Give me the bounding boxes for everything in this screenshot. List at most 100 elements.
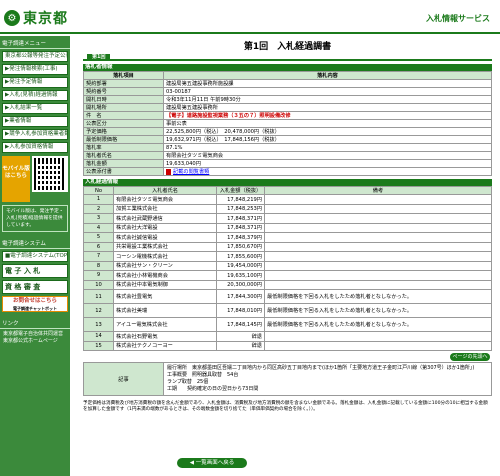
- info-key: 開札日時: [83, 95, 164, 104]
- tokyo-logo[interactable]: ⚙ 東京都: [4, 8, 68, 28]
- memo-line: 工期 契約確定の日の翌日から73日間: [167, 386, 259, 392]
- result-remark: [264, 194, 492, 205]
- col-no: No: [83, 186, 114, 195]
- result-remark: [264, 260, 492, 271]
- result-name: アイユー電気株式会社: [113, 317, 217, 332]
- back-to-top-button[interactable]: ページの先頭へ: [450, 353, 490, 361]
- result-row: 2 加賀工業株式会社 17,848,253円: [83, 203, 492, 214]
- service-label: 入札情報サービス: [426, 14, 490, 23]
- result-row: 6 共栄電設工業株式会社 17,850,670円: [83, 241, 492, 252]
- info-row: 契約番号 03-00187: [83, 87, 492, 96]
- result-row: 10 株式会社中本電気制御 20,300,000円: [83, 279, 492, 290]
- info-key: 落札者氏名: [83, 151, 164, 160]
- info-value: 03-00187: [163, 87, 492, 96]
- result-amount: 20,300,000円: [216, 279, 265, 290]
- result-no: 14: [83, 331, 114, 342]
- tab-round-1[interactable]: 第1回: [87, 54, 111, 61]
- info-header-item: 落札項目: [83, 71, 164, 80]
- result-row: 3 株式会社武蔵野通信 17,848,371円: [83, 213, 492, 224]
- result-name: 株式会社武蔵野通信: [113, 213, 217, 224]
- sidebar-item-progress[interactable]: ▶入札(見積)経過情報: [2, 90, 68, 101]
- sidebar-item-vendors[interactable]: ▶業者情報: [2, 116, 68, 127]
- result-remark: [264, 213, 492, 224]
- info-row: 最低制限価格 19,632,971円（税込） 17,848,156円（税抜）: [83, 135, 492, 144]
- info-value: 有限会社タツミ電気商会: [163, 151, 492, 160]
- sidebar-item-eligibility[interactable]: ▶入札参加資格情報: [2, 142, 68, 153]
- sidebar-item-e-bid[interactable]: 電 子 入 札: [2, 264, 68, 278]
- result-amount: 17,848,371円: [216, 222, 265, 233]
- info-key: 開札場所: [83, 103, 164, 112]
- result-amount: 17,850,670円: [216, 241, 265, 252]
- result-name: 共栄電設工業株式会社: [113, 241, 217, 252]
- links-title: リンク: [0, 316, 70, 329]
- result-remark: [264, 331, 492, 342]
- result-name: 株式会社美瑞: [113, 303, 217, 318]
- info-row: 開札日時 令和3年11月11日 午前9時30分: [83, 95, 492, 104]
- info-row: 落札率 87.1%: [83, 143, 492, 152]
- result-amount: 17,848,379円: [216, 232, 265, 243]
- info-value: 22,525,800円（税込） 20,478,000円（税抜）: [163, 127, 492, 136]
- link-kyodo[interactable]: 東京都電子自治体共同運営: [3, 331, 67, 338]
- sidebar-item-kouhou[interactable]: 東京都公報等発注予定公表: [2, 51, 68, 62]
- memo-line: 工事概要 照明器具取替 54台: [167, 372, 239, 378]
- logo-text: 東京都: [23, 11, 68, 27]
- attachment-link[interactable]: 記載の閲覧書類: [173, 169, 209, 175]
- chatbot-banner[interactable]: お問合せはこちら 電子調達チャットボット: [2, 296, 68, 312]
- sidebar-menu-title: 電子調達メニュー: [0, 36, 70, 49]
- result-no: 10: [83, 279, 114, 290]
- result-amount: 辞退: [216, 340, 265, 351]
- info-value: 令和3年11月11日 午前9時30分: [163, 95, 492, 104]
- result-row: 13 アイユー電気株式会社 17,848,145円 最低制限価格を下回る入札をしたため…: [83, 317, 492, 332]
- info-value: 記載の閲覧書類: [163, 167, 492, 176]
- result-row: 14 株式会社石野電気 辞退: [83, 331, 492, 342]
- sidebar-item-results[interactable]: ▶入札結果一覧: [2, 103, 68, 114]
- link-official[interactable]: 東京都公式ホームページ: [3, 338, 67, 345]
- sidebar-item-plan[interactable]: ▶発注予定情報: [2, 77, 68, 88]
- result-no: 8: [83, 260, 114, 271]
- winner-info-table: 落札項目 落札内容 契約部署 建設局第五建設事務所施設課 契約番号 03-00187 開…: [83, 71, 492, 176]
- mobile-label[interactable]: モバイル版はこちら: [2, 156, 30, 202]
- result-amount: 辞退: [216, 331, 265, 342]
- result-remark: [264, 232, 492, 243]
- tokyo-emblem-icon: ⚙: [4, 10, 20, 26]
- chatbot-sub: 電子調達チャットボット: [13, 306, 57, 311]
- sidebar-item-search[interactable]: ▶発注情報検索(工事): [2, 64, 68, 75]
- sidebar-item-qualified[interactable]: ▶競争入札参加資格業者数: [2, 129, 68, 140]
- memo-line: 履行場所 東京都墨田区吾嬬二丁目地内から同区高砂五丁目地内まで(ほか1箇所「主要…: [167, 365, 475, 371]
- col-amount: 入札金額（税抜）: [216, 186, 265, 195]
- sidebar-item-system-top[interactable]: ■電子調達システム(TOP): [2, 251, 68, 262]
- result-no: 13: [83, 317, 114, 332]
- info-row: 件 名【電子】道路施設監視業務（３五の７）照明設備改修: [83, 111, 492, 120]
- result-row: 4 株式会社大洋電設 17,848,371円: [83, 222, 492, 233]
- result-row: 12 株式会社美瑞 17,848,010円 最低制限価格を下回る入札をしたため落札者と…: [83, 303, 492, 318]
- sidebar-section2-title: 電子調達システム: [0, 236, 70, 249]
- result-no: 11: [83, 289, 114, 304]
- result-remark: [264, 222, 492, 233]
- result-name: 株式会社中本電気制御: [113, 279, 217, 290]
- result-no: 2: [83, 203, 114, 214]
- result-no: 1: [83, 194, 114, 205]
- info-value: 事前公表: [163, 119, 492, 128]
- footnotes: 予定価格は消費税及び地方消費税の額を含んだ金額であり、入札金額は、消費税及び地方…: [83, 401, 488, 412]
- mobile-block[interactable]: モバイル版はこちら: [2, 156, 68, 202]
- result-name: 株式会社サン・クリーン: [113, 260, 217, 271]
- result-no: 3: [83, 213, 114, 224]
- info-key: 落札率: [83, 143, 164, 152]
- result-remark: 最低制限価格を下回る入札をしたため落札者となしなかった。: [264, 317, 492, 332]
- page-title: 第1回 入札経過調書: [243, 42, 332, 52]
- sidebar: 電子調達メニュー 東京都公報等発注予定公表 ▶発注情報検索(工事) ▶発注予定情…: [0, 36, 70, 476]
- back-to-list-button[interactable]: ◀ 一覧画面へ戻る: [177, 458, 247, 468]
- round-tabbar: 第1回: [83, 54, 492, 61]
- info-key: 契約部署: [83, 79, 164, 88]
- result-no: 4: [83, 222, 114, 233]
- info-value: 【電子】道路施設監視業務（３五の７）照明設備改修: [163, 111, 492, 120]
- info-section-title: 落札者情報: [83, 64, 492, 71]
- main-content: 第1回 入札経過調書 第1回 落札者情報 落札項目 落札内容 契約部署 建設局第五…: [83, 36, 492, 413]
- result-name: 株式会社大洋電設: [113, 222, 217, 233]
- result-remark: [264, 203, 492, 214]
- info-value: 建設局第五建設事務所: [163, 103, 492, 112]
- sidebar-item-qualification[interactable]: 資 格 審 査: [2, 280, 68, 294]
- mobile-note: モバイル版は、発注予定・入札(見積)経過情報を提供しています。: [2, 205, 68, 232]
- result-name: 株式会社テクノコーヨー: [113, 340, 217, 351]
- result-row: 11 株式会社豊電気 17,844,300円 最低制限価格を下回る入札をしたため落札者…: [83, 289, 492, 304]
